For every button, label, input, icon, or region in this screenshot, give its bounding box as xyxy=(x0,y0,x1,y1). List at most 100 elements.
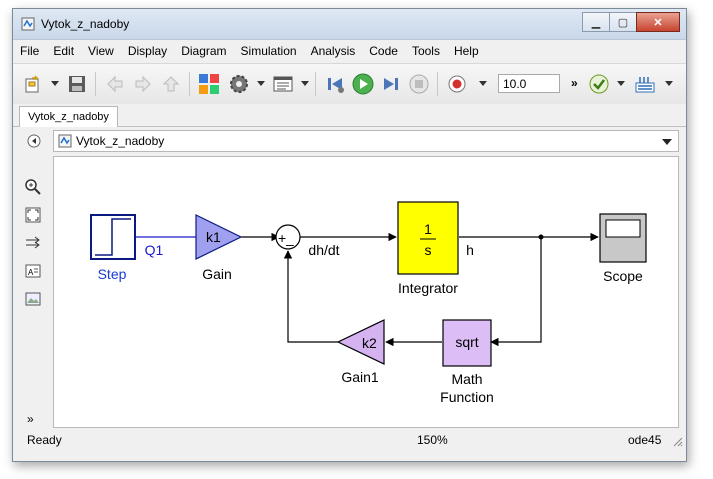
close-icon: ✕ xyxy=(653,16,663,29)
build-dropdown-arrow[interactable] xyxy=(665,81,673,86)
step-forward-button[interactable] xyxy=(379,72,403,96)
model-explorer-icon xyxy=(273,76,293,92)
tab-model[interactable]: Vytok_z_nadoby xyxy=(19,106,118,127)
status-zoom: 150% xyxy=(417,433,448,447)
signal-label-h: h xyxy=(466,242,474,258)
menu-display[interactable]: Display xyxy=(121,44,174,58)
diagram-canvas[interactable]: Step Q1 k1 Gain + – dh/dt 1 s Integrator… xyxy=(53,156,679,428)
status-state: Ready xyxy=(27,433,62,447)
annotation-icon: A xyxy=(25,264,41,278)
integrator-block[interactable]: 1 s xyxy=(397,201,459,275)
step-block[interactable] xyxy=(90,214,136,260)
gain-block[interactable]: k1 xyxy=(195,214,243,260)
gain-value: k1 xyxy=(206,229,221,245)
palette-expand-button[interactable]: » xyxy=(27,412,34,426)
record-dropdown-arrow[interactable] xyxy=(479,81,487,86)
menu-help[interactable]: Help xyxy=(447,44,486,58)
build-button[interactable] xyxy=(633,72,657,96)
menu-analysis[interactable]: Analysis xyxy=(304,44,363,58)
save-button[interactable] xyxy=(65,72,89,96)
stop-button[interactable] xyxy=(407,72,431,96)
menu-view[interactable]: View xyxy=(81,44,121,58)
new-model-icon xyxy=(25,75,39,93)
signal-gain1-to-sum[interactable] xyxy=(283,250,338,343)
model-icon xyxy=(58,134,72,148)
step-back-icon xyxy=(328,78,344,93)
menu-tools[interactable]: Tools xyxy=(405,44,447,58)
tool-palette: A » xyxy=(13,156,51,428)
model-explorer-button[interactable] xyxy=(271,72,295,96)
signal-integrator-to-scope[interactable] xyxy=(459,232,599,242)
step-back-button[interactable] xyxy=(323,72,347,96)
breadcrumb-dropdown-icon[interactable] xyxy=(662,139,672,145)
block-diagram: Step Q1 k1 Gain + – dh/dt 1 s Integrator… xyxy=(90,201,647,405)
new-dropdown-arrow[interactable] xyxy=(51,81,59,86)
tab-strip: Vytok_z_nadoby xyxy=(13,104,686,127)
build-icon xyxy=(635,77,655,93)
menu-simulation[interactable]: Simulation xyxy=(234,44,304,58)
fit-to-view-button[interactable] xyxy=(24,206,42,224)
signal-branch-to-math[interactable] xyxy=(490,237,542,347)
gain1-block[interactable]: k2 xyxy=(336,319,385,365)
signal-label-q1: Q1 xyxy=(145,242,164,258)
step-forward-icon xyxy=(384,78,398,90)
forward-button[interactable] xyxy=(131,72,155,96)
status-bar: Ready 150% ode45 xyxy=(13,430,686,450)
window-title: Vytok_z_nadoby xyxy=(41,17,130,31)
math-function-label-line2: Function xyxy=(440,389,494,405)
config-dropdown-arrow[interactable] xyxy=(257,81,265,86)
model-config-button[interactable] xyxy=(227,72,251,96)
arrows-right-icon xyxy=(26,236,40,249)
integrator-label: Integrator xyxy=(398,280,458,296)
close-button[interactable]: ✕ xyxy=(636,12,680,32)
advisor-dropdown-arrow[interactable] xyxy=(617,81,625,86)
menu-diagram[interactable]: Diagram xyxy=(174,44,233,58)
breadcrumb-label: Vytok_z_nadoby xyxy=(76,134,165,148)
zoom-button[interactable] xyxy=(24,178,42,196)
menu-file[interactable]: File xyxy=(13,44,46,58)
window-controls: ▁ ▢ ✕ xyxy=(582,12,680,32)
run-button[interactable] xyxy=(351,72,375,96)
menu-code[interactable]: Code xyxy=(362,44,405,58)
gain1-value: k2 xyxy=(362,335,377,351)
math-function-block[interactable]: sqrt xyxy=(442,319,492,367)
arrow-up-icon xyxy=(162,76,180,92)
up-button[interactable] xyxy=(159,72,183,96)
menu-edit[interactable]: Edit xyxy=(46,44,81,58)
math-function-value: sqrt xyxy=(455,334,478,350)
maximize-button[interactable]: ▢ xyxy=(609,12,637,32)
resize-grip-icon[interactable] xyxy=(673,437,683,447)
breadcrumb[interactable]: Vytok_z_nadoby xyxy=(53,130,679,152)
sum-plus-sign: + xyxy=(278,230,286,246)
back-button[interactable] xyxy=(103,72,127,96)
integrator-denominator: s xyxy=(425,242,432,258)
toolbar: 10.0 » xyxy=(13,63,686,105)
hide-browser-icon[interactable] xyxy=(27,134,41,148)
annotation-button[interactable]: A xyxy=(24,262,42,280)
arrow-right-icon xyxy=(135,75,151,93)
model-window: Vytok_z_nadoby ▁ ▢ ✕ File Edit View Disp… xyxy=(12,8,687,462)
sum-block[interactable]: + – xyxy=(275,224,301,252)
library-browser-icon xyxy=(199,74,219,94)
status-solver[interactable]: ode45 xyxy=(628,433,661,447)
hide-port-button[interactable] xyxy=(24,234,42,252)
simulink-app-icon xyxy=(21,17,35,31)
record-icon xyxy=(448,75,466,93)
menu-bar: File Edit View Display Diagram Simulatio… xyxy=(13,40,686,62)
stop-time-input[interactable]: 10.0 xyxy=(498,74,560,93)
checkmark-icon xyxy=(589,74,609,94)
gain1-label: Gain1 xyxy=(341,369,379,385)
record-button[interactable] xyxy=(445,72,469,96)
maximize-icon: ▢ xyxy=(617,16,629,29)
explorer-dropdown-arrow[interactable] xyxy=(301,81,309,86)
scope-block[interactable] xyxy=(599,213,647,263)
stop-icon xyxy=(409,74,429,94)
minimize-button[interactable]: ▁ xyxy=(582,12,610,32)
model-advisor-button[interactable] xyxy=(587,72,611,96)
library-browser-button[interactable] xyxy=(197,72,221,96)
toolbar-overflow-button[interactable]: » xyxy=(571,76,578,90)
image-button[interactable] xyxy=(24,290,42,308)
title-bar[interactable]: Vytok_z_nadoby ▁ ▢ ✕ xyxy=(13,9,686,40)
minimize-icon: ▁ xyxy=(591,16,601,29)
new-model-button[interactable] xyxy=(21,72,45,96)
